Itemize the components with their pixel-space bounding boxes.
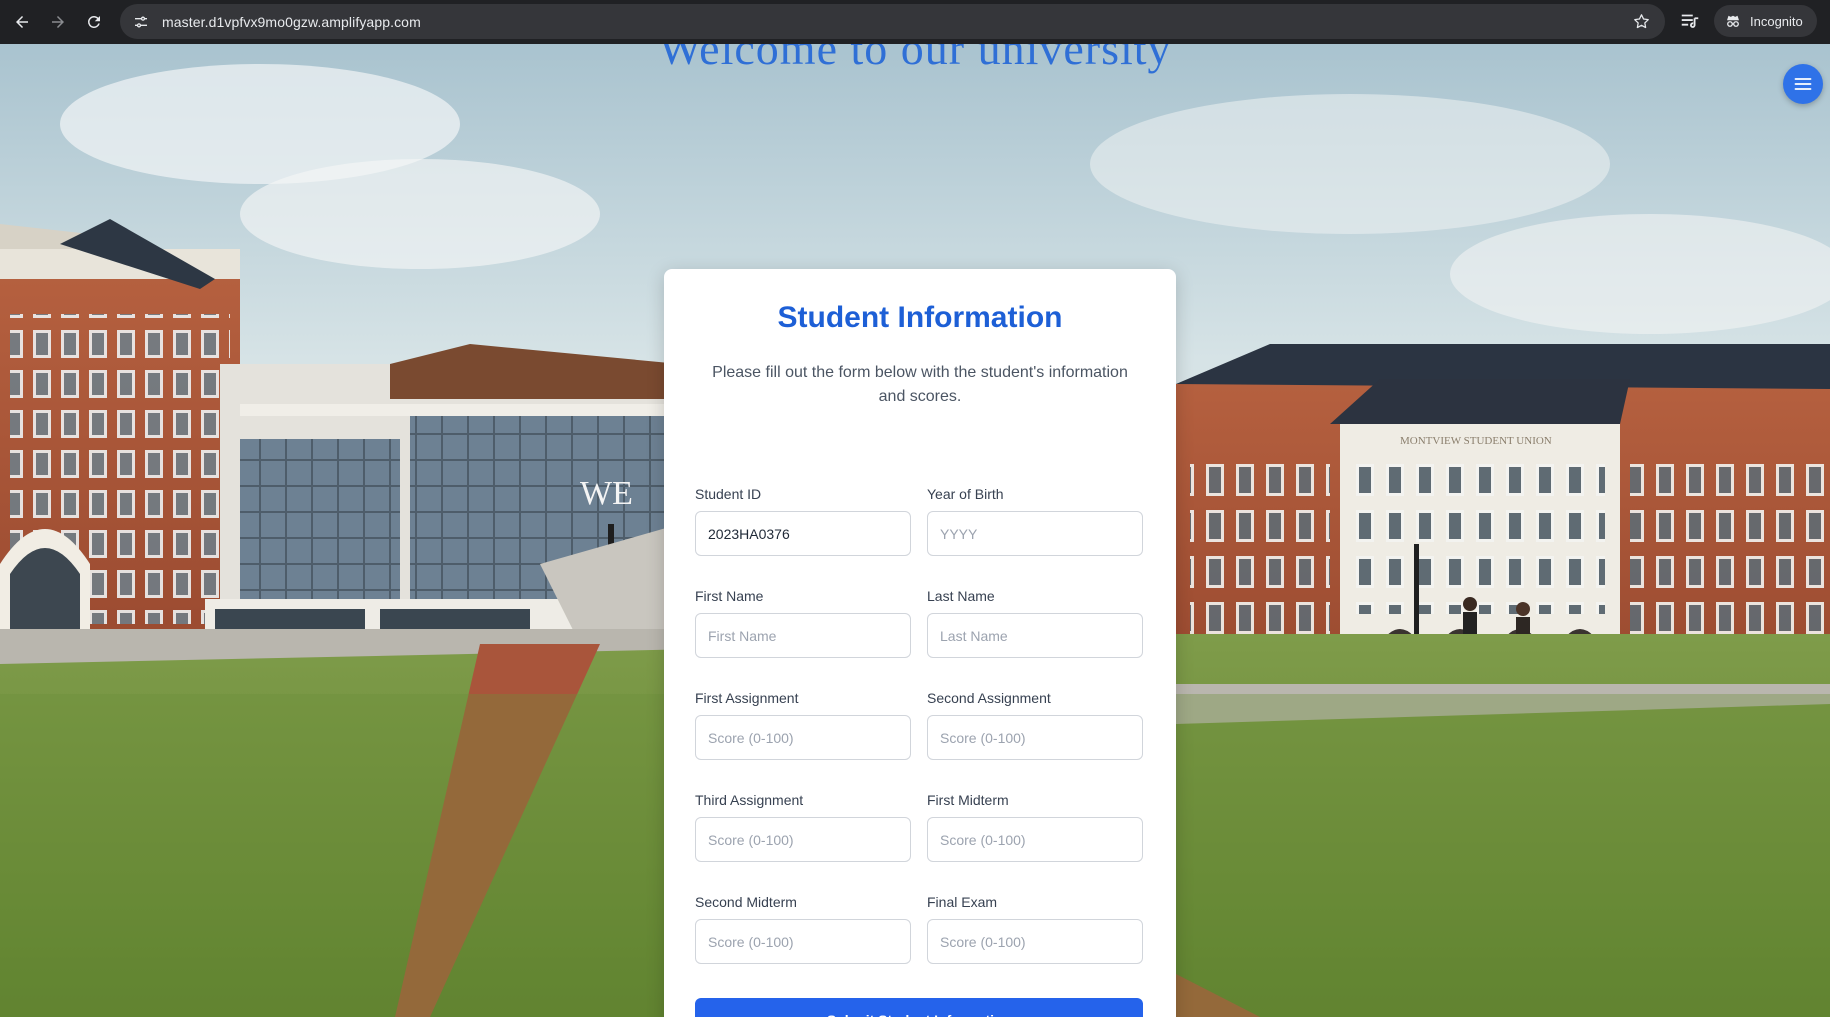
building-sign-text: MONTVIEW STUDENT UNION xyxy=(1400,435,1552,447)
student-id-label: Student ID xyxy=(695,486,762,502)
first-assignment-label: First Assignment xyxy=(695,690,799,706)
reload-icon xyxy=(87,15,100,28)
reload-button[interactable] xyxy=(76,4,112,40)
back-icon xyxy=(16,16,28,28)
student-id-field: Student ID xyxy=(695,486,911,556)
year-of-birth-field: Year of Birth xyxy=(927,486,1143,556)
forward-button[interactable] xyxy=(40,4,76,40)
final-exam-label: Final Exam xyxy=(927,894,998,910)
second-assignment-label: Second Assignment xyxy=(927,690,1051,706)
last-name-input[interactable] xyxy=(927,613,1143,658)
glass-sign-text: WE xyxy=(580,475,633,512)
site-info-icon[interactable] xyxy=(130,11,152,33)
student-id-input[interactable] xyxy=(695,511,911,556)
star-icon[interactable] xyxy=(1632,12,1651,31)
second-midterm-label: Second Midterm xyxy=(695,894,797,910)
web-page: WE MONTVIEW STUDENT UNION Welcome to our… xyxy=(0,44,1830,1017)
third-assignment-label: Third Assignment xyxy=(695,792,804,808)
last-name-field: Last Name xyxy=(927,588,1143,658)
first-midterm-label: First Midterm xyxy=(927,792,1009,808)
first-name-input[interactable] xyxy=(695,613,911,658)
first-assignment-input[interactable] xyxy=(695,715,911,760)
second-midterm-input[interactable] xyxy=(695,919,911,964)
url-text: master.d1vpfvx9mo0gzw.amplifyapp.com xyxy=(162,13,421,30)
last-name-label: Last Name xyxy=(927,588,995,604)
second-assignment-input[interactable] xyxy=(927,715,1143,760)
forward-icon xyxy=(52,16,64,28)
incognito-label: Incognito xyxy=(1750,13,1803,29)
first-assignment-field: First Assignment xyxy=(695,690,911,760)
student-form-card: Student Information Please fill out the … xyxy=(664,269,1176,1017)
address-bar[interactable]: master.d1vpfvx9mo0gzw.amplifyapp.com xyxy=(120,4,1665,39)
reading-list-icon[interactable] xyxy=(1679,10,1701,32)
final-exam-field: Final Exam xyxy=(927,894,1143,964)
third-assignment-input[interactable] xyxy=(695,817,911,862)
incognito-icon xyxy=(1727,15,1739,27)
form-title: Student Information xyxy=(777,301,1063,334)
hero-title: Welcome to our university xyxy=(658,44,1172,74)
first-midterm-input[interactable] xyxy=(927,817,1143,862)
year-of-birth-label: Year of Birth xyxy=(927,486,1004,502)
first-midterm-field: First Midterm xyxy=(927,792,1143,862)
browser-toolbar: master.d1vpfvx9mo0gzw.amplifyapp.com Inc… xyxy=(0,0,1830,44)
hamburger-menu-icon xyxy=(1794,78,1812,90)
submit-button[interactable]: Submit Student Information xyxy=(695,998,1143,1017)
back-button[interactable] xyxy=(4,4,40,40)
third-assignment-field: Third Assignment xyxy=(695,792,911,862)
form-subtitle: Please fill out the form below with the … xyxy=(712,364,1128,405)
final-exam-input[interactable] xyxy=(927,919,1143,964)
menu-button[interactable] xyxy=(1783,64,1823,104)
second-midterm-field: Second Midterm xyxy=(695,894,911,964)
incognito-badge[interactable]: Incognito xyxy=(1714,5,1817,37)
first-name-field: First Name xyxy=(695,588,911,658)
second-assignment-field: Second Assignment xyxy=(927,690,1143,760)
first-name-label: First Name xyxy=(695,588,764,604)
year-of-birth-input[interactable] xyxy=(927,511,1143,556)
